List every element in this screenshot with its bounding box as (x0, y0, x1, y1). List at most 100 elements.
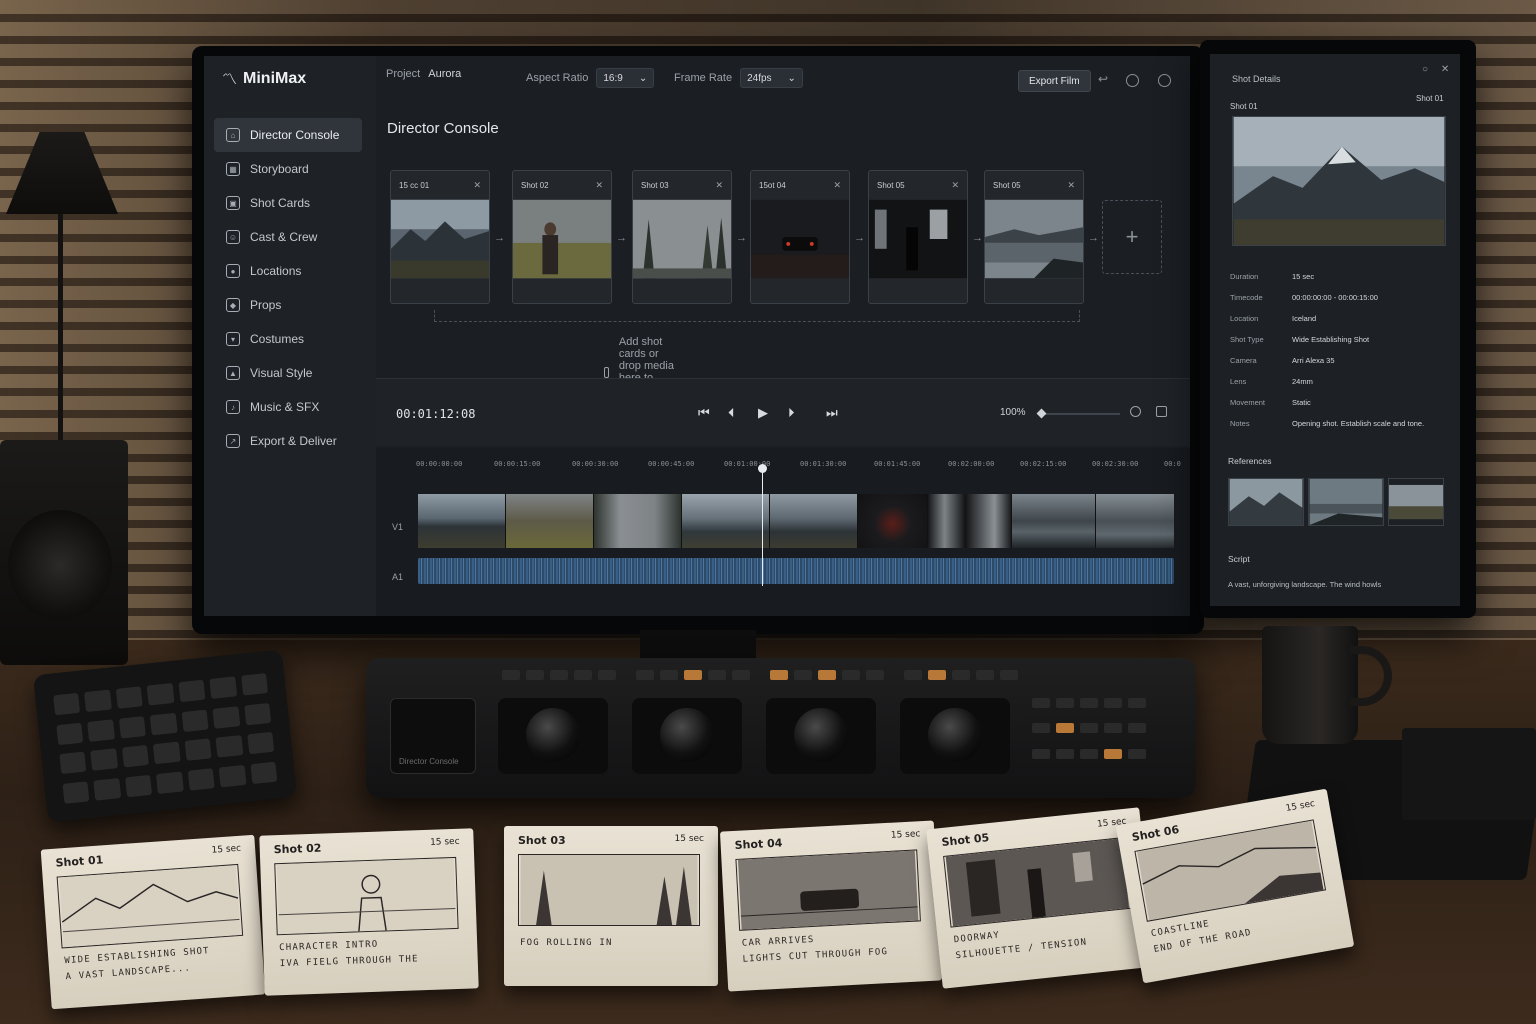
sidebar-item-director-console[interactable]: ⌂ Director Console (214, 118, 362, 152)
pencil-sketch-doorway (943, 836, 1132, 928)
timeline-clip[interactable] (928, 494, 1012, 548)
back-icon[interactable]: ↩ (1098, 72, 1111, 86)
sequence-card[interactable]: Shot 05 ✕ (984, 170, 1084, 304)
paper-card-note: Lights cut through fog (742, 947, 889, 965)
export-film-button[interactable]: Export Film (1018, 70, 1091, 92)
ruler-tick: 00:01:30:00 (800, 460, 847, 468)
trackball[interactable] (498, 698, 608, 774)
zoom-slider[interactable] (1040, 413, 1120, 415)
reference-thumbnail[interactable] (1228, 478, 1304, 526)
loop-icon[interactable] (1156, 406, 1167, 417)
pencil-sketch-character (274, 856, 459, 936)
timeline-clip[interactable] (858, 494, 928, 548)
settings-icon[interactable] (1158, 74, 1171, 87)
transport-bar: 00:01:12:08 ⏮ ⏴ ▶ ⏵ ⏭ 100% (376, 378, 1190, 446)
timeline-ruler[interactable]: 00:00:00:00 00:00:15:00 00:00:30:00 00:0… (376, 448, 1190, 476)
timeline-clip[interactable] (594, 494, 682, 548)
script-text: A vast, unforgiving landscape. The wind … (1228, 580, 1382, 589)
plus-icon: + (1125, 224, 1139, 249)
chevron-down-icon: ⌄ (638, 72, 648, 84)
skip-to-end-icon[interactable]: ⏭ (826, 405, 838, 421)
timeline-clip[interactable] (1012, 494, 1096, 548)
close-icon[interactable]: ✕ (715, 180, 723, 191)
timeline-clip[interactable] (770, 494, 858, 548)
button-row[interactable] (502, 670, 616, 692)
sequence-card[interactable]: 15 cc 01 ✕ (390, 170, 490, 304)
sidebar-item-visual-style[interactable]: ▲ Visual Style (214, 356, 362, 390)
sidebar-item-locations[interactable]: ● Locations (214, 254, 362, 288)
frame-rate-select[interactable]: 24fps ⌄ (740, 68, 803, 88)
close-icon[interactable]: ✕ (595, 180, 603, 191)
reference-thumbnail[interactable] (1308, 478, 1384, 526)
detail-key: Duration (1230, 272, 1259, 281)
close-icon[interactable]: ✕ (1067, 180, 1075, 191)
detail-key: Location (1230, 314, 1259, 323)
button-row[interactable] (770, 670, 884, 692)
references-strip (1228, 478, 1444, 526)
sidebar-item-storyboard[interactable]: ▦ Storyboard (214, 152, 362, 186)
minimize-icon[interactable]: ○ (1422, 64, 1428, 75)
ruler-tick: 00:0 (1164, 460, 1181, 468)
detail-key: Shot Type (1230, 335, 1264, 344)
add-shot-slot[interactable]: + (1102, 200, 1162, 274)
timeline-clip[interactable] (1096, 494, 1174, 548)
sidebar-item-cast-crew[interactable]: ☺ Cast & Crew (214, 220, 362, 254)
detail-value: Arri Alexa 35 (1292, 356, 1335, 365)
sidebar-item-music-sfx[interactable]: ♪ Music & SFX (214, 390, 362, 424)
reference-thumbnail[interactable] (1388, 478, 1444, 526)
close-icon[interactable]: ✕ (1441, 64, 1449, 75)
close-icon[interactable]: ✕ (473, 180, 481, 191)
sidebar-item-export-deliver[interactable]: ↗ Export & Deliver (214, 424, 362, 458)
detail-row: Shot Type Wide Establishing Shot (1230, 329, 1450, 350)
close-icon[interactable]: ✕ (833, 180, 841, 191)
keypad-cluster[interactable] (1032, 698, 1162, 768)
detail-key: Notes (1230, 419, 1250, 428)
paper-card-duration: 15 sec (429, 836, 460, 848)
pin-icon: ● (226, 264, 240, 278)
timeline: 00:00:00:00 00:00:15:00 00:00:30:00 00:0… (376, 448, 1190, 616)
paper-storyboard-card: Shot 01 15 sec Wide establishing shot A … (40, 834, 266, 1010)
timeline-clip[interactable] (506, 494, 594, 548)
play-icon[interactable]: ▶ (758, 405, 768, 421)
detail-key: Timecode (1230, 293, 1263, 302)
touch-pad[interactable]: Director Console (390, 698, 476, 774)
macro-keypad[interactable] (32, 649, 298, 823)
sequence-card[interactable]: 15ot 04 ✕ (750, 170, 850, 304)
sidebar-item-shot-cards[interactable]: ▣ Shot Cards (214, 186, 362, 220)
timeline-clip[interactable] (682, 494, 770, 548)
track-label-video: V1 (392, 522, 404, 532)
trackball[interactable] (632, 698, 742, 774)
aspect-ratio-select[interactable]: 16:9 ⌄ (596, 68, 655, 88)
trackball[interactable] (766, 698, 876, 774)
timeline-clip[interactable] (418, 494, 506, 548)
brand-name: MiniMax (243, 69, 307, 87)
trackball[interactable] (900, 698, 1010, 774)
step-forward-icon[interactable]: ⏵ (788, 405, 795, 421)
sequence-card[interactable]: Shot 02 ✕ (512, 170, 612, 304)
step-back-icon[interactable]: ⏴ (728, 405, 735, 421)
coffee-mug (1262, 626, 1358, 744)
sidebar-item-costumes[interactable]: ▾ Costumes (214, 322, 362, 356)
search-icon[interactable] (1130, 406, 1141, 417)
brand[interactable]: 〽 MiniMax (222, 68, 306, 89)
zoom-slider-handle[interactable] (1036, 408, 1047, 419)
sequence-card[interactable]: Shot 03 ✕ (632, 170, 732, 304)
button-row[interactable] (636, 670, 750, 692)
grading-control-panel[interactable]: Director Console (366, 658, 1196, 798)
playhead[interactable] (762, 468, 763, 586)
aspect-ratio-field: Aspect Ratio 16:9 ⌄ (526, 68, 655, 88)
sequence-card[interactable]: Shot 05 ✕ (868, 170, 968, 304)
detail-row: Lens 24mm (1230, 371, 1450, 392)
close-icon[interactable]: ✕ (951, 180, 959, 191)
button-row[interactable] (904, 670, 1018, 692)
audio-track-waveform[interactable] (418, 558, 1174, 584)
playhead-handle[interactable] (758, 464, 767, 473)
detail-key: Movement (1230, 398, 1266, 407)
references-heading: References (1228, 456, 1272, 466)
arrow-right-icon: → (1088, 232, 1099, 244)
paper-card-duration: 15 sec (211, 843, 242, 856)
skip-to-start-icon[interactable]: ⏮ (698, 405, 710, 421)
arrow-right-icon: → (972, 232, 983, 244)
user-icon[interactable] (1126, 74, 1139, 87)
sidebar-item-props[interactable]: ◆ Props (214, 288, 362, 322)
